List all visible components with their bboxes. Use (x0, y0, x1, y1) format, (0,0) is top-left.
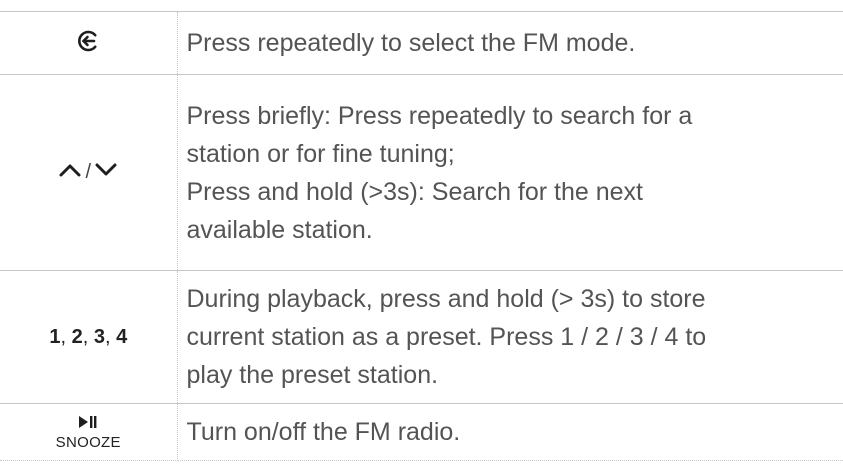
description-cell: Press briefly: Press repeatedly to searc… (177, 74, 843, 271)
description-line: Press and hold (>3s): Search for the nex… (186, 177, 644, 206)
description-line: play the preset station. (186, 361, 439, 389)
description-line: available station. (186, 215, 373, 244)
key-cell (0, 11, 178, 75)
description-line: current station as a preset. Press 1 / 2… (186, 323, 707, 351)
preset-comma: , (82, 325, 89, 348)
description-line: During playback, press and hold (> 3s) t… (186, 285, 706, 313)
table-row: 1, 2, 3, 4 During playback, press and ho… (0, 270, 843, 404)
fm-controls-table: Press repeatedly to select the FM mode. … (0, 11, 843, 461)
snooze-label: SNOOZE (55, 433, 121, 451)
source-mode-icon (76, 29, 100, 58)
key-cell: SNOOZE (0, 403, 178, 461)
table-row: Press repeatedly to select the FM mode. (0, 11, 843, 75)
preset-key-2: 2 (71, 325, 83, 348)
description-cell: Press repeatedly to select the FM mode. (177, 11, 843, 75)
description-cell: During playback, press and hold (> 3s) t… (177, 270, 843, 404)
chevron-down-icon (95, 163, 117, 182)
description-line: station or for fine tuning; (186, 139, 455, 168)
play-pause-snooze-key: SNOOZE (56, 415, 121, 450)
key-separator: / (85, 161, 92, 183)
preset-key-4: 4 (116, 325, 128, 348)
preset-keys: 1, 2, 3, 4 (49, 326, 127, 348)
chevron-up-icon (59, 163, 81, 182)
preset-comma: , (104, 325, 111, 348)
preset-key-3: 3 (93, 325, 105, 348)
table-row: / Press briefly: Press repeatedly to sea… (0, 74, 843, 271)
description-line: Turn on/off the FM radio. (186, 418, 461, 446)
key-cell: 1, 2, 3, 4 (0, 270, 178, 404)
key-cell: / (0, 74, 178, 271)
table-row: SNOOZE Turn on/off the FM radio. (0, 403, 843, 461)
description-cell: Turn on/off the FM radio. (177, 403, 843, 461)
preset-key-1: 1 (49, 325, 61, 348)
preset-comma: , (60, 325, 66, 348)
description-line: Press repeatedly to select the FM mode. (186, 29, 636, 57)
play-pause-icon (78, 415, 98, 433)
description-line: Press briefly: Press repeatedly to searc… (186, 101, 693, 130)
